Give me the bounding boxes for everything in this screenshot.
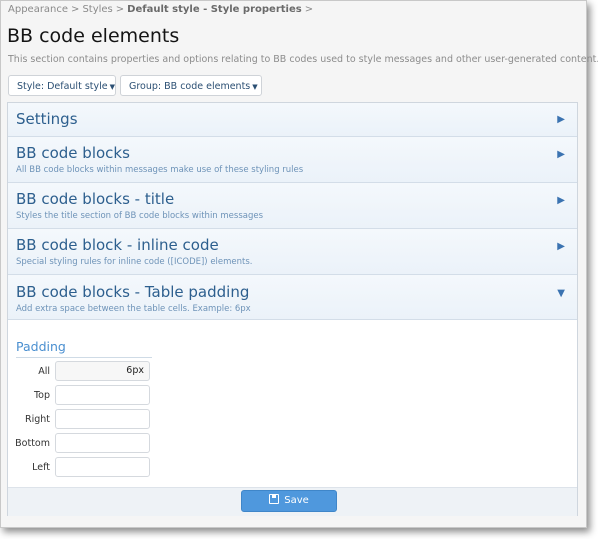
padding-left-label: Left — [32, 462, 50, 473]
section-table-padding[interactable]: BB code blocks - Table padding Add extra… — [8, 275, 577, 320]
caret-down-icon: ▼ — [252, 83, 258, 91]
section-bb-code-blocks-title[interactable]: BB code blocks - title Styles the title … — [8, 183, 577, 229]
group-filter-button[interactable]: Group: BB code elements ▼ — [120, 75, 262, 96]
padding-group-title: Padding — [16, 339, 66, 354]
triangle-right-icon[interactable]: ▶ — [557, 149, 565, 160]
padding-bottom-label: Bottom — [15, 438, 50, 449]
triangle-right-icon[interactable]: ▶ — [557, 195, 565, 206]
page-title: BB code elements — [7, 25, 180, 47]
section-inline-code[interactable]: BB code block - inline code Special styl… — [8, 229, 577, 275]
style-properties-panel: Settings ▶ BB code blocks All BB code bl… — [7, 102, 578, 516]
caret-down-icon: ▼ — [109, 83, 115, 91]
window-frame: Appearance > Styles > Default style - Style … — [0, 0, 598, 528]
section-description: Add extra space between the table cells.… — [16, 304, 251, 314]
section-title: BB code blocks — [16, 144, 130, 162]
breadcrumb-style-properties[interactable]: Default style - Style properties — [127, 4, 302, 15]
breadcrumb-separator: > — [304, 4, 314, 15]
save-button[interactable]: Save — [241, 490, 337, 512]
padding-right-input[interactable] — [55, 409, 150, 429]
breadcrumb-appearance[interactable]: Appearance — [8, 4, 68, 15]
page-description: This section contains properties and opt… — [8, 54, 598, 65]
padding-all-label: All — [38, 366, 50, 377]
padding-top-input[interactable] — [55, 385, 150, 405]
triangle-right-icon[interactable]: ▶ — [557, 241, 565, 252]
triangle-down-icon[interactable]: ▼ — [557, 288, 565, 299]
save-icon — [269, 494, 280, 504]
section-description: Special styling rules for inline code ([… — [16, 257, 253, 267]
section-description: All BB code blocks within messages make … — [16, 165, 304, 175]
section-title: BB code blocks - Table padding — [16, 283, 250, 301]
breadcrumb-separator: > — [115, 4, 125, 15]
padding-fields: Padding All 6px Top Right Bottom Left — [8, 320, 577, 487]
padding-top-label: Top — [33, 390, 50, 401]
section-description: Styles the title section of BB code bloc… — [16, 211, 264, 221]
section-bb-code-blocks[interactable]: BB code blocks All BB code blocks within… — [8, 137, 577, 183]
style-filter-label: Style: Default style — [17, 81, 108, 92]
triangle-right-icon[interactable]: ▶ — [557, 114, 565, 125]
section-settings[interactable]: Settings ▶ — [8, 103, 577, 137]
submit-bar: Save — [8, 487, 577, 516]
style-filter-button[interactable]: Style: Default style ▼ — [8, 75, 116, 96]
padding-bottom-input[interactable] — [55, 433, 150, 453]
breadcrumb: Appearance > Styles > Default style - Style … — [8, 4, 316, 15]
padding-all-input[interactable]: 6px — [55, 361, 150, 381]
group-filter-label: Group: BB code elements — [129, 81, 251, 92]
breadcrumb-separator: > — [71, 4, 80, 15]
padding-left-input[interactable] — [55, 457, 150, 477]
padding-right-label: Right — [24, 414, 50, 425]
breadcrumb-styles[interactable]: Styles — [82, 4, 112, 15]
save-label: Save — [284, 495, 309, 506]
group-divider — [16, 357, 152, 358]
section-title: BB code blocks - title — [16, 190, 175, 208]
section-title: Settings — [16, 110, 78, 128]
section-title: BB code block - inline code — [16, 236, 219, 254]
